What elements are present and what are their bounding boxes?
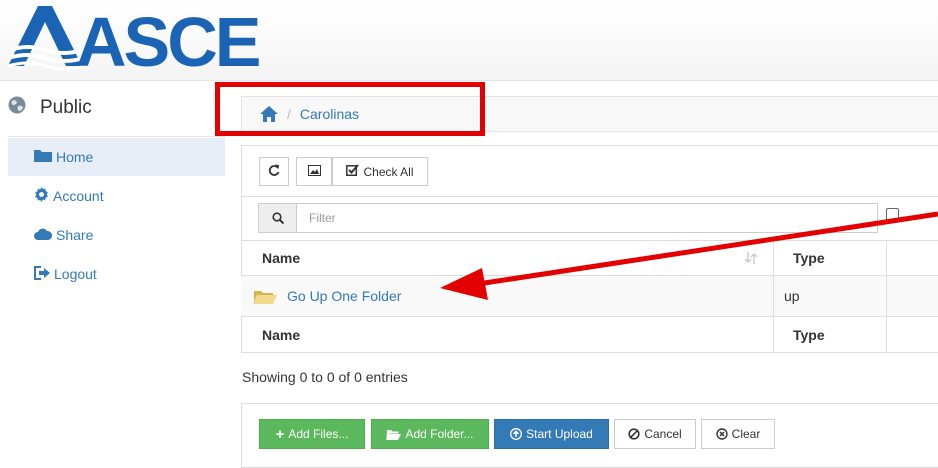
checkbox[interactable]: [886, 208, 899, 221]
folder-icon: [34, 149, 52, 165]
column-divider: [886, 276, 887, 316]
column-header-type[interactable]: Type: [793, 241, 883, 275]
column-footer-name: Name: [262, 317, 752, 353]
column-header-label: Type: [793, 250, 825, 266]
sidebar-item-label: Home: [56, 149, 94, 165]
annotation-highlight-box: [215, 82, 485, 136]
sidebar-item-label: Share: [56, 227, 94, 243]
sidebar-divider: [8, 136, 225, 137]
column-divider: [773, 317, 774, 353]
cloud-icon: [34, 227, 53, 243]
add-files-button[interactable]: + Add Files...: [259, 419, 365, 449]
image-icon: [307, 164, 321, 179]
refresh-icon: [268, 164, 280, 179]
column-divider: [886, 241, 887, 275]
column-divider: [886, 317, 887, 353]
sidebar-item-home[interactable]: Home: [8, 138, 225, 176]
logo-letters: ASCE: [76, 4, 259, 80]
search-icon: [259, 204, 297, 232]
filter-checkbox-option[interactable]: [886, 208, 938, 228]
add-files-label: Add Files...: [288, 427, 349, 441]
check-square-icon: [346, 164, 360, 179]
table-header-row: Name Type: [241, 241, 938, 276]
times-circle-icon: [715, 428, 728, 440]
sidebar-item-logout[interactable]: Logout: [8, 255, 225, 293]
table-info-text: Showing 0 to 0 of 0 entries: [242, 369, 408, 385]
check-all-label: Check All: [363, 164, 414, 179]
go-up-folder-link[interactable]: Go Up One Folder: [287, 288, 401, 304]
clear-button[interactable]: Clear: [701, 419, 775, 449]
column-footer-type: Type: [793, 317, 883, 353]
column-header-label: Name: [262, 250, 301, 266]
column-divider: [773, 276, 774, 316]
add-folder-button[interactable]: Add Folder...: [371, 419, 489, 449]
check-all-button[interactable]: Check All: [332, 157, 428, 186]
column-footer-label: Type: [793, 327, 825, 343]
go-up-folder-cell[interactable]: Go Up One Folder: [253, 276, 553, 316]
ban-icon: [628, 428, 640, 440]
add-folder-label: Add Folder...: [405, 427, 474, 441]
sidebar-item-account[interactable]: Account: [8, 177, 225, 215]
folder-open-icon: [253, 287, 277, 305]
gear-icon: [34, 187, 49, 205]
folder-open-icon: [386, 429, 402, 440]
plus-icon: +: [275, 425, 285, 443]
clear-label: Clear: [731, 427, 761, 441]
refresh-button[interactable]: [259, 157, 289, 186]
sidebar-item-label: Logout: [54, 266, 97, 282]
start-upload-label: Start Upload: [526, 427, 593, 441]
globe-icon: [8, 96, 26, 120]
filter-input[interactable]: [297, 204, 877, 232]
sidebar-title-label: Public: [40, 97, 92, 118]
table-row[interactable]: Go Up One Folder up: [241, 276, 938, 317]
sidebar-item-share[interactable]: Share: [8, 216, 225, 254]
cancel-label: Cancel: [644, 427, 682, 441]
start-upload-button[interactable]: Start Upload: [494, 419, 609, 449]
column-header-name[interactable]: Name: [262, 241, 752, 275]
sign-out-icon: [34, 265, 50, 283]
sort-icon[interactable]: [745, 241, 759, 275]
image-view-button[interactable]: [296, 157, 332, 186]
cancel-button[interactable]: Cancel: [614, 419, 696, 449]
sidebar-title: Public: [8, 96, 92, 120]
column-footer-label: Name: [262, 327, 301, 343]
column-divider: [773, 241, 774, 275]
upload-circle-icon: [510, 428, 523, 440]
table-footer-row: Name Type: [241, 317, 938, 353]
asce-logo[interactable]: ASCE: [7, 3, 262, 85]
filter-group: [258, 203, 878, 233]
sidebar-item-label: Account: [53, 188, 104, 204]
type-value: up: [784, 288, 800, 304]
type-cell: up: [784, 276, 874, 316]
